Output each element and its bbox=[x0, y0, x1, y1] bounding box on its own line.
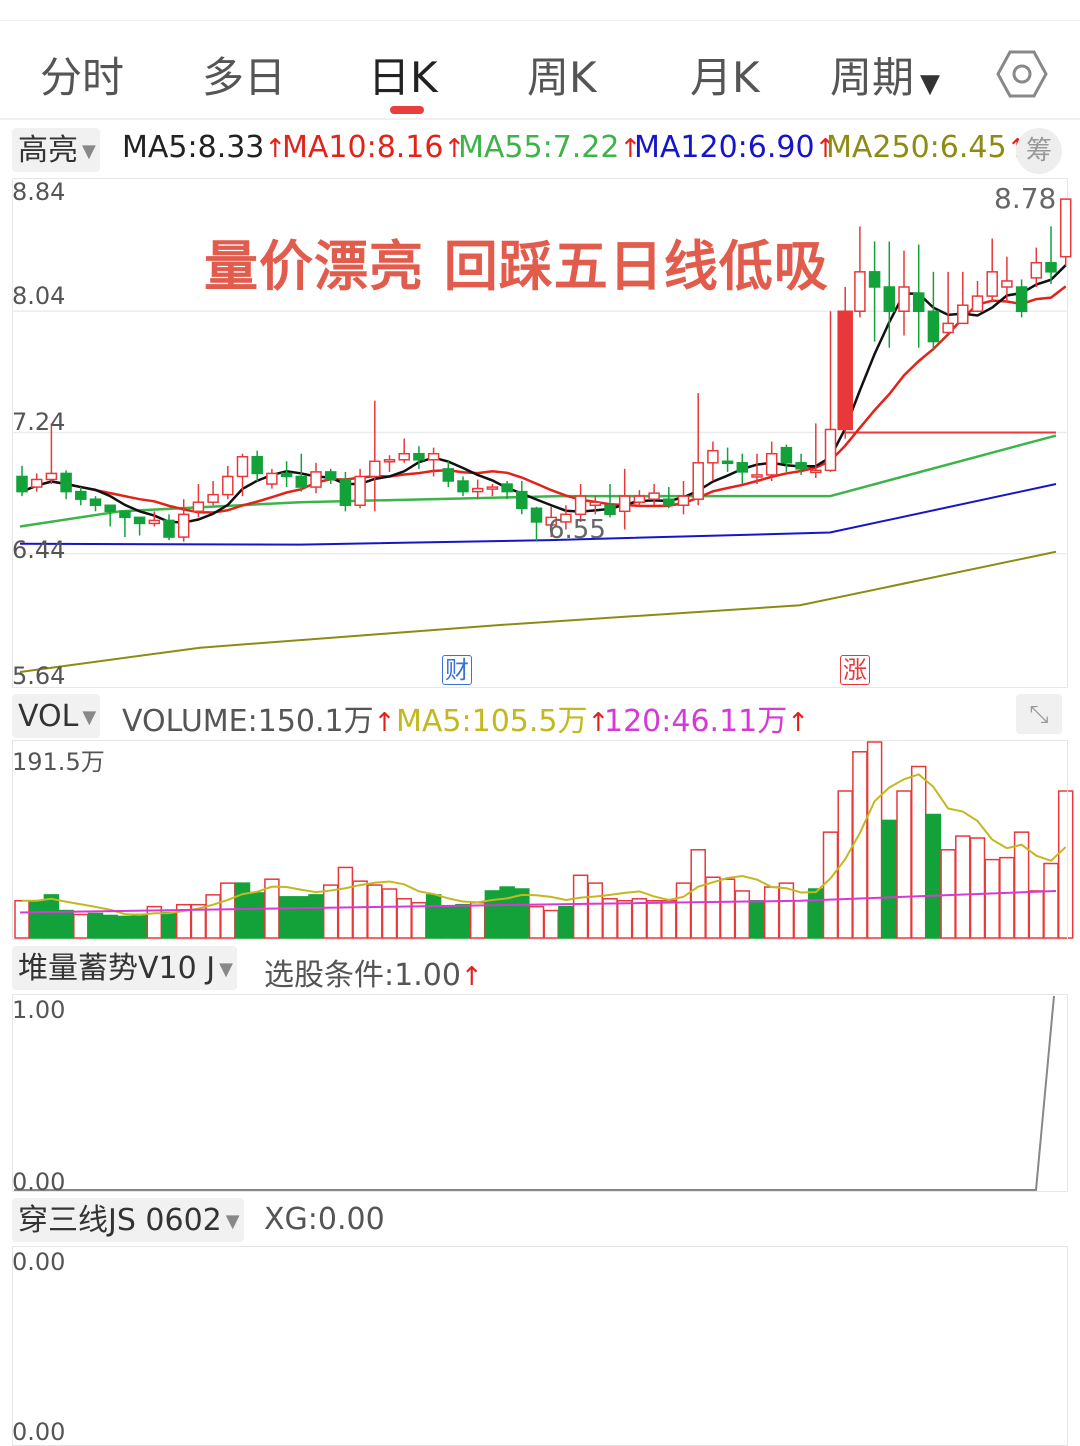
indicator-selector[interactable]: 高亮 ▼ bbox=[12, 128, 100, 172]
volume-ma5-readout: MA5:105.5万↑ bbox=[396, 696, 609, 740]
tabs-divider bbox=[0, 118, 1080, 120]
y-tick-label: 8.04 bbox=[12, 282, 66, 310]
y-tick-label: 7.24 bbox=[12, 408, 66, 436]
ma5-readout: MA5:8.33↑ bbox=[122, 130, 286, 165]
tab-period-label: 周期 bbox=[830, 53, 915, 102]
up-arrow-icon: ↑ bbox=[460, 962, 483, 992]
volume-readout: VOLUME:150.1万↑ bbox=[122, 696, 395, 740]
tab-intraday[interactable]: 分时 bbox=[40, 44, 124, 105]
y-tick-label: 6.44 bbox=[12, 536, 66, 564]
volume-selector[interactable]: VOL ▼ bbox=[12, 694, 101, 738]
up-arrow-icon: ↑ bbox=[373, 708, 396, 738]
caret-down-icon: ▼ bbox=[82, 707, 97, 728]
tab-period-dropdown[interactable]: 周期 ▼ bbox=[830, 44, 940, 105]
cross-indicator-readout: XG:0.00 bbox=[264, 1202, 385, 1237]
high-price-label: 8.78 bbox=[994, 182, 1057, 215]
cross-indicator-selector[interactable]: 穿三线JS 0602 ▼ bbox=[12, 1198, 244, 1242]
volume-chart-frame bbox=[12, 740, 1068, 940]
stack-indicator-selector[interactable]: 堆量蓄势V10 J ▼ bbox=[12, 946, 237, 990]
stack-y-top-label: 1.00 bbox=[12, 996, 66, 1024]
chart-annotation-text: 量价漂亮 回踩五日线低吸 bbox=[204, 235, 829, 298]
caret-down-icon: ▼ bbox=[219, 959, 233, 980]
settings-icon[interactable] bbox=[996, 48, 1048, 100]
cross-y-top-label: 0.00 bbox=[12, 1248, 66, 1276]
y-tick-label: 8.84 bbox=[12, 178, 66, 206]
ma10-readout: MA10:8.16↑ bbox=[282, 130, 465, 165]
ma10-value: MA10:8.16 bbox=[282, 130, 444, 165]
expand-arrows-icon[interactable]: ⤡ bbox=[1016, 694, 1062, 734]
volume-ma120-value: 120:46.11万 bbox=[604, 704, 788, 739]
limit-up-badge[interactable]: 涨 bbox=[840, 655, 870, 685]
ma55-value: MA55:7.22 bbox=[458, 130, 620, 165]
cross-indicator-value: XG:0.00 bbox=[264, 1202, 385, 1237]
top-divider bbox=[0, 20, 1080, 21]
volume-y-top-label: 191.5万 bbox=[12, 748, 105, 776]
y-tick-label: 5.64 bbox=[12, 662, 66, 690]
cross-y-bottom-label: 0.00 bbox=[12, 1418, 66, 1446]
volume-indicator-bar: VOL ▼ VOLUME:150.1万↑ MA5:105.5万↑ 120:46.1… bbox=[0, 692, 1080, 740]
cross-indicator-label: 穿三线JS 0602 bbox=[18, 1203, 222, 1238]
stack-indicator-readout: 选股条件:1.00↑ bbox=[264, 950, 483, 994]
ma55-readout: MA55:7.22↑ bbox=[458, 130, 641, 165]
indicator-selector-label: 高亮 bbox=[18, 133, 78, 168]
active-tab-indicator bbox=[390, 106, 424, 114]
period-tabs: 分时 多日 日K 周K 月K 周期 ▼ bbox=[0, 30, 1080, 120]
tab-weekly-k[interactable]: 周K bbox=[527, 44, 597, 105]
caret-down-icon: ▼ bbox=[225, 1211, 240, 1232]
ma-indicator-bar: 高亮 ▼ MA5:8.33↑ MA10:8.16↑ MA55:7.22↑ MA12… bbox=[0, 126, 1080, 176]
caret-down-icon: ▼ bbox=[920, 69, 941, 99]
low-price-label: 6.55 bbox=[548, 515, 606, 545]
ma250-readout: MA250:6.45↑ bbox=[826, 130, 1028, 165]
volume-value: VOLUME:150.1万 bbox=[122, 704, 374, 739]
ma250-value: MA250:6.45 bbox=[826, 130, 1007, 165]
tab-multi-day[interactable]: 多日 bbox=[202, 44, 286, 105]
stack-indicator-label: 堆量蓄势V10 J bbox=[18, 951, 216, 986]
up-arrow-icon: ↑ bbox=[787, 708, 810, 738]
volume-ma5-value: MA5:105.5万 bbox=[396, 704, 588, 739]
tab-daily-k[interactable]: 日K bbox=[368, 44, 438, 105]
volume-ma120-readout: 120:46.11万↑ bbox=[604, 696, 809, 740]
cross-indicator-frame bbox=[12, 1246, 1068, 1446]
stack-y-bottom-label: 0.00 bbox=[12, 1168, 66, 1196]
chip-distribution-button[interactable]: 筹 bbox=[1016, 128, 1062, 174]
caret-down-icon: ▼ bbox=[82, 141, 96, 162]
ma120-readout: MA120:6.90↑ bbox=[634, 130, 836, 165]
ma5-value: MA5:8.33 bbox=[122, 130, 265, 165]
stack-indicator-frame bbox=[12, 994, 1068, 1192]
tab-monthly-k[interactable]: 月K bbox=[690, 44, 760, 105]
volume-selector-label: VOL bbox=[18, 699, 79, 734]
finance-event-badge[interactable]: 财 bbox=[442, 655, 472, 685]
ma120-value: MA120:6.90 bbox=[634, 130, 815, 165]
stack-indicator-value: 选股条件:1.00 bbox=[264, 958, 461, 993]
